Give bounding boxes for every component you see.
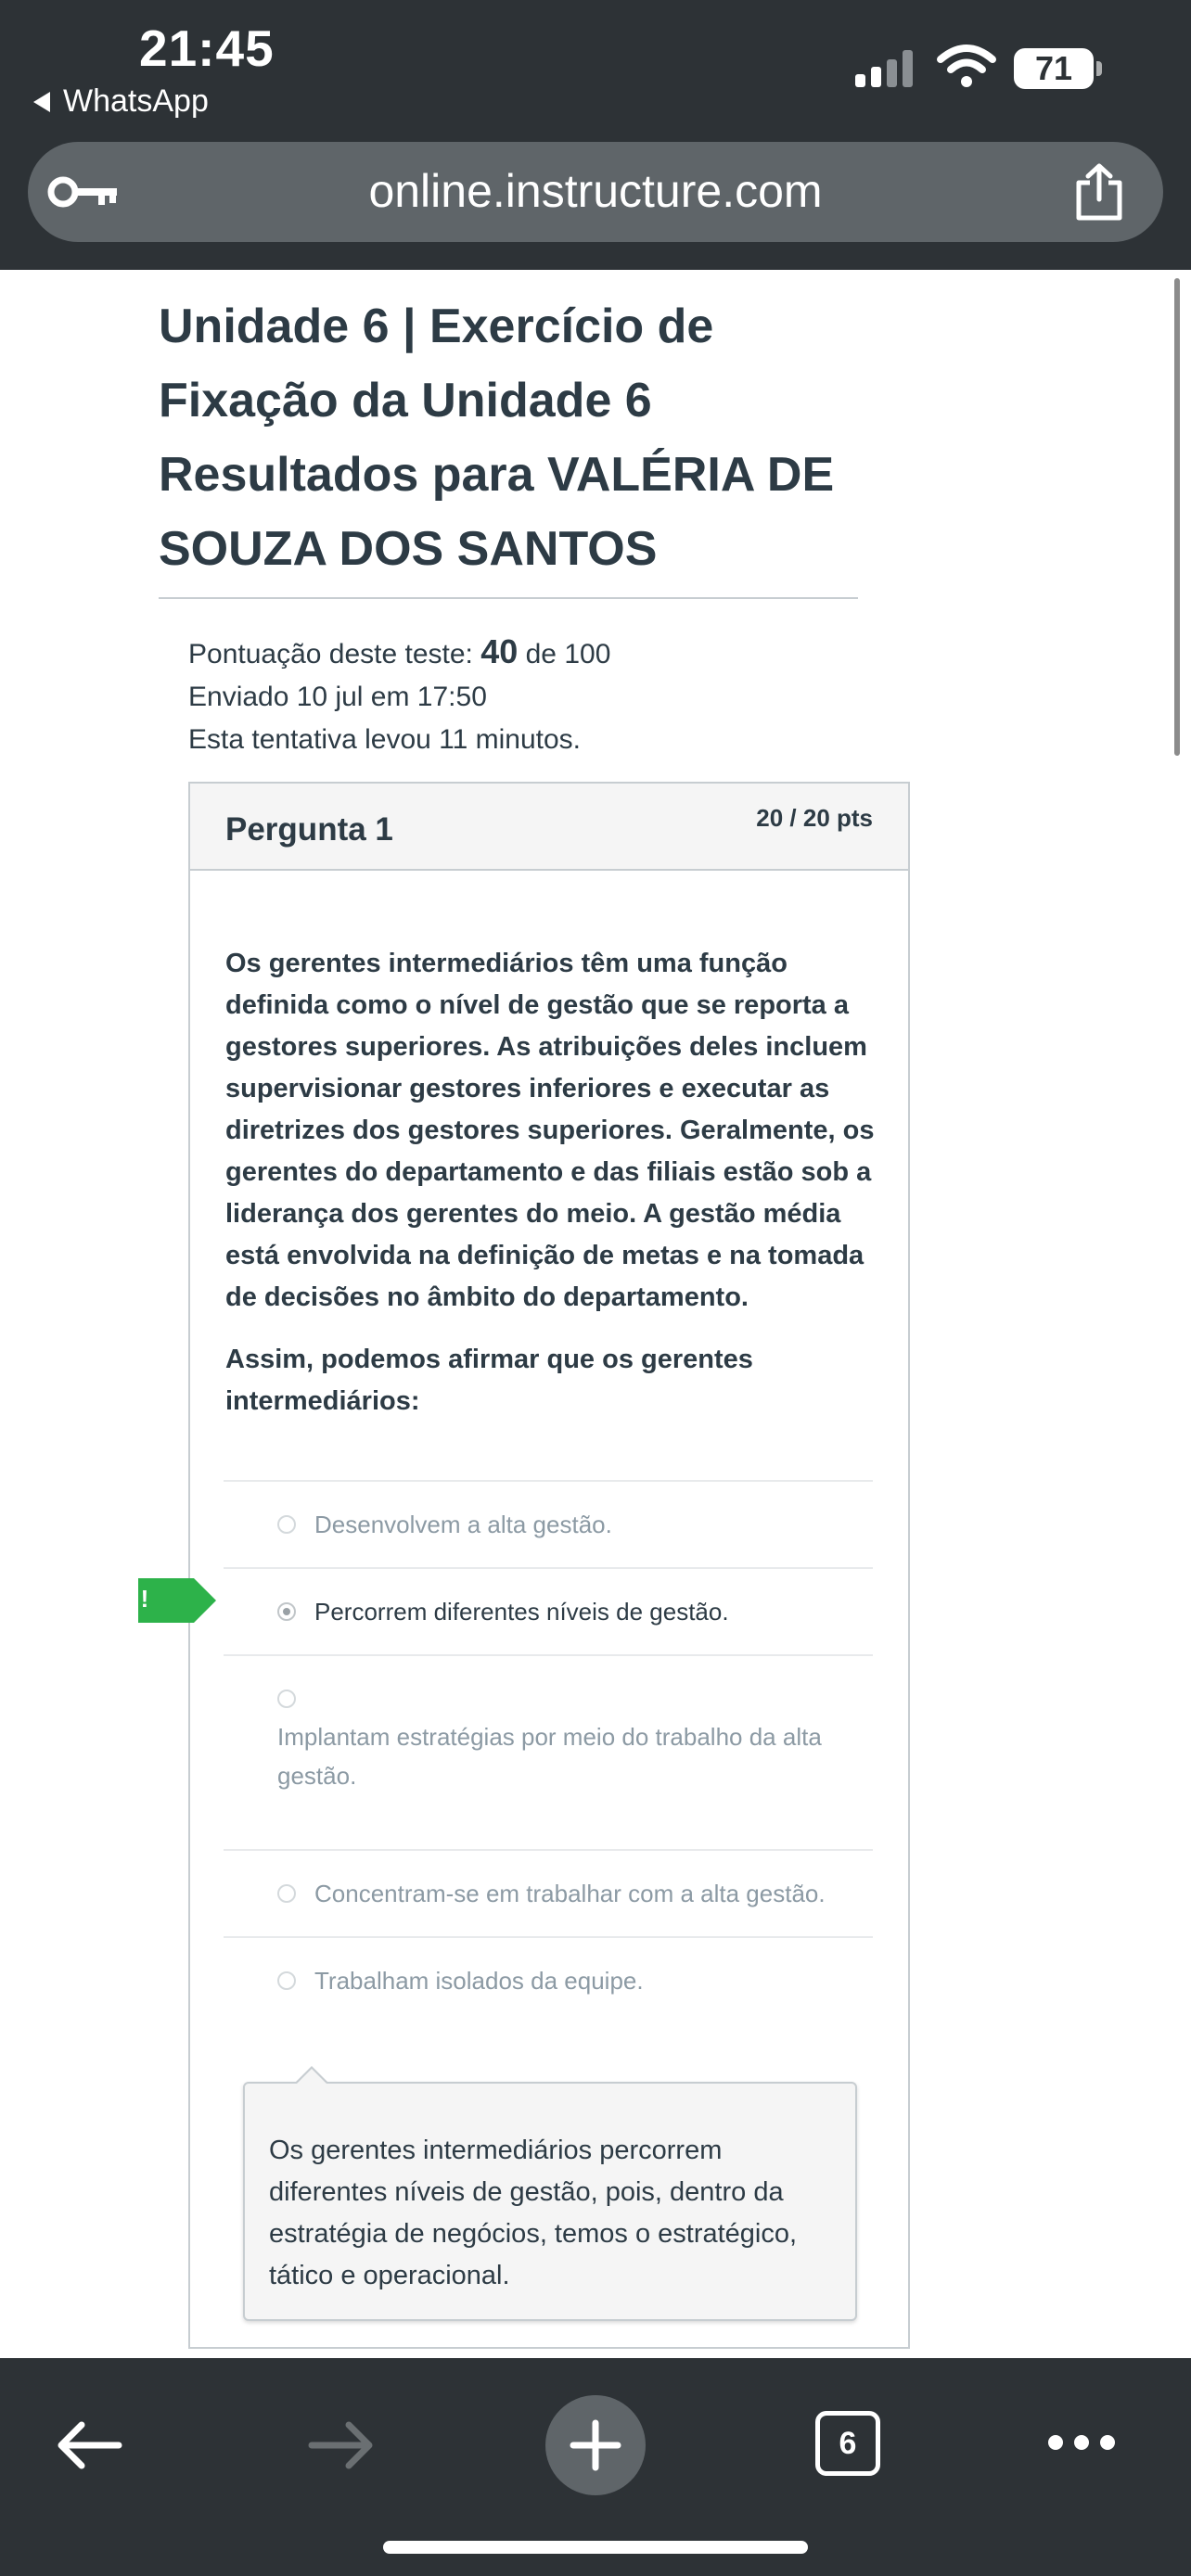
home-indicator[interactable] xyxy=(383,2541,808,2554)
battery-icon: 71 xyxy=(1014,48,1094,89)
address-bar[interactable]: online.instructure.com xyxy=(28,142,1163,242)
back-arrow-icon[interactable] xyxy=(54,2417,122,2473)
quiz-meta: Pontuação deste teste: 40 de 100 Enviado… xyxy=(188,631,610,761)
forward-arrow-icon[interactable] xyxy=(308,2417,377,2473)
your-answer-flag: ! xyxy=(138,1578,216,1623)
back-to-app-link[interactable]: WhatsApp xyxy=(33,83,209,120)
wifi-icon xyxy=(937,45,996,87)
duration-line: Esta tentativa levou 11 minutos. xyxy=(188,724,582,755)
page-title: Unidade 6 | Exercício de Fixação da Unid… xyxy=(159,300,835,576)
radio-button[interactable] xyxy=(277,1884,296,1903)
radio-button[interactable] xyxy=(277,1515,296,1534)
radio-button[interactable] xyxy=(277,1690,296,1708)
top-chrome: 21:45 WhatsApp 71 online.instructure.com xyxy=(0,0,1191,270)
status-time: 21:45 xyxy=(139,19,275,77)
back-triangle-icon xyxy=(33,91,50,112)
battery-tip xyxy=(1096,61,1102,76)
url-text: online.instructure.com xyxy=(368,165,823,217)
answer-option[interactable]: Concentram-se em trabalhar com a alta ge… xyxy=(224,1849,873,1936)
back-app-label: WhatsApp xyxy=(63,83,209,119)
answer-option[interactable]: Desenvolvem a alta gestão. xyxy=(224,1480,873,1567)
question-points: 20 / 20 pts xyxy=(756,804,873,832)
answer-list: Desenvolvem a alta gestão. Percorrem dif… xyxy=(224,1480,873,2023)
radio-button[interactable] xyxy=(277,1971,296,1990)
answer-option[interactable]: Implantam estratégias por meio do trabal… xyxy=(224,1654,873,1849)
title-divider xyxy=(159,597,858,599)
feedback-comment: Os gerentes intermediários percorrem dif… xyxy=(243,2082,857,2321)
question-title: Pergunta 1 xyxy=(225,811,393,848)
submitted-line: Enviado 10 jul em 17:50 xyxy=(188,682,487,712)
question-text: Os gerentes intermediários têm uma funçã… xyxy=(225,943,875,1443)
more-icon[interactable] xyxy=(1046,2432,1117,2453)
score-line: Pontuação deste teste: 40 de 100 xyxy=(188,632,611,670)
answer-option-selected[interactable]: Percorrem diferentes níveis de gestão. xyxy=(224,1567,873,1654)
tabs-icon[interactable]: 6 xyxy=(815,2411,880,2476)
new-tab-button[interactable] xyxy=(545,2395,646,2495)
question-prompt: Assim, podemos afirmar que os gerentes i… xyxy=(225,1345,753,1416)
feedback-text: Os gerentes intermediários percorrem dif… xyxy=(269,2136,798,2290)
answer-option[interactable]: Trabalham isolados da equipe. xyxy=(224,1936,873,2023)
share-icon[interactable] xyxy=(1071,162,1127,222)
score-value: 40 xyxy=(480,632,519,670)
signal-icon xyxy=(855,48,913,87)
new-tab-plus-icon xyxy=(570,2419,621,2471)
question-header: Pergunta 1 20 / 20 pts xyxy=(190,784,908,871)
radio-button-checked[interactable] xyxy=(277,1602,296,1621)
page-scrollbar[interactable] xyxy=(1174,278,1180,756)
